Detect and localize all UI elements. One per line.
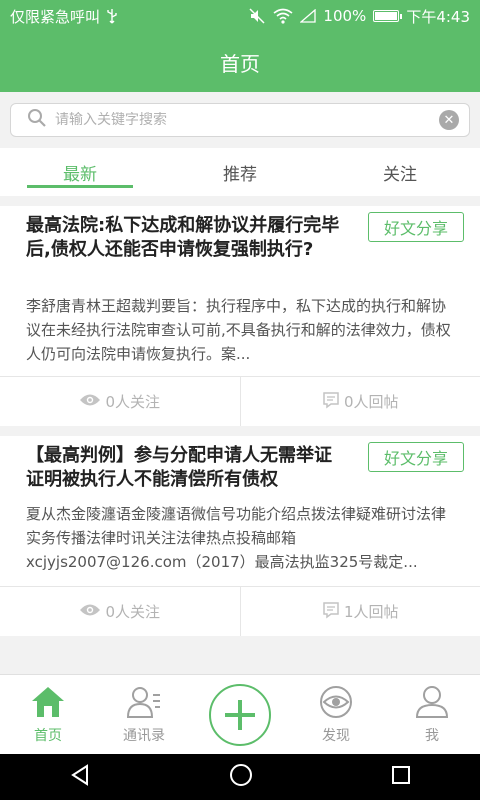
nav-discover[interactable]: 发现 — [288, 675, 384, 754]
nav-profile-label: 我 — [425, 727, 439, 744]
eye-icon — [79, 393, 101, 411]
nav-contacts-label: 通讯录 — [123, 727, 165, 744]
nav-home-label: 首页 — [34, 727, 62, 744]
add-icon — [209, 683, 271, 746]
clock-time: 下午4:43 — [406, 7, 470, 26]
contacts-icon — [126, 685, 162, 723]
title-bar: 首页 — [0, 32, 480, 92]
battery-icon — [373, 10, 403, 22]
reply-button[interactable]: 0人回帖 — [239, 377, 480, 426]
reply-button[interactable]: 1人回帖 — [239, 587, 480, 636]
article-card[interactable]: 【最高判例】参与分配申请人无需举证证明被执行人不能清偿所有债权 好文分享 夏从杰… — [0, 436, 480, 636]
comment-icon — [322, 601, 340, 623]
bottom-nav: 首页 通讯录 发现 我 — [0, 674, 480, 754]
home-circle-icon[interactable] — [229, 763, 253, 791]
article-title[interactable]: 【最高判例】参与分配申请人无需举证证明被执行人不能清偿所有债权 — [26, 444, 346, 492]
search-input[interactable] — [55, 112, 439, 128]
page-title: 首页 — [220, 51, 260, 76]
status-bar: 仅限紧急呼叫 100% 下午4:43 — [0, 0, 480, 32]
nav-discover-label: 发现 — [322, 727, 350, 744]
follow-button[interactable]: 0人关注 — [0, 587, 240, 636]
recent-apps-icon[interactable] — [391, 765, 411, 789]
nav-contacts[interactable]: 通讯录 — [96, 675, 192, 754]
article-title[interactable]: 最高法院:私下达成和解协议并履行完毕后,债权人还能否申请恢复强制执行? — [26, 214, 346, 262]
usb-icon — [106, 8, 118, 24]
eye-icon — [79, 603, 101, 621]
search-section: ✕ — [0, 92, 480, 148]
comment-icon — [322, 391, 340, 413]
wifi-icon — [273, 8, 293, 24]
tab-recommended[interactable]: 推荐 — [160, 148, 320, 196]
article-summary: 李舒唐青林王超裁判要旨：执行程序中，私下达成的执行和解协议在未经执行法院审查认可… — [26, 297, 451, 363]
nav-add[interactable] — [192, 675, 288, 754]
system-nav-bar — [0, 754, 480, 800]
share-article-button[interactable]: 好文分享 — [368, 212, 464, 242]
nav-profile[interactable]: 我 — [384, 675, 480, 754]
carrier-text: 仅限紧急呼叫 — [10, 7, 101, 26]
follow-count: 0人关注 — [105, 603, 161, 621]
home-icon — [30, 685, 66, 723]
search-box[interactable]: ✕ — [10, 103, 470, 137]
profile-icon — [414, 685, 450, 723]
article-summary: 夏从杰金陵瀍语金陵瀍语微信号功能介绍点拨法律疑难研讨法律实务传播法律时讯关注法律… — [26, 505, 447, 571]
signal-icon — [300, 9, 317, 23]
reply-count: 0人回帖 — [343, 393, 399, 411]
share-article-button[interactable]: 好文分享 — [368, 442, 464, 472]
mute-icon — [248, 8, 266, 24]
tab-latest[interactable]: 最新 — [0, 148, 160, 196]
clear-search-icon[interactable]: ✕ — [439, 110, 459, 130]
back-icon[interactable] — [69, 764, 91, 790]
battery-percent: 100% — [323, 7, 367, 25]
discover-eye-icon — [318, 685, 354, 723]
article-card[interactable]: 最高法院:私下达成和解协议并履行完毕后,债权人还能否申请恢复强制执行? 好文分享… — [0, 206, 480, 426]
tab-bar: 最新 推荐 关注 — [0, 148, 480, 196]
search-icon — [27, 108, 47, 132]
nav-home[interactable]: 首页 — [0, 675, 96, 754]
follow-button[interactable]: 0人关注 — [0, 377, 240, 426]
follow-count: 0人关注 — [105, 393, 161, 411]
reply-count: 1人回帖 — [343, 603, 399, 621]
article-actions: 0人关注 1人回帖 — [0, 586, 480, 636]
tab-following[interactable]: 关注 — [320, 148, 480, 196]
article-actions: 0人关注 0人回帖 — [0, 376, 480, 426]
